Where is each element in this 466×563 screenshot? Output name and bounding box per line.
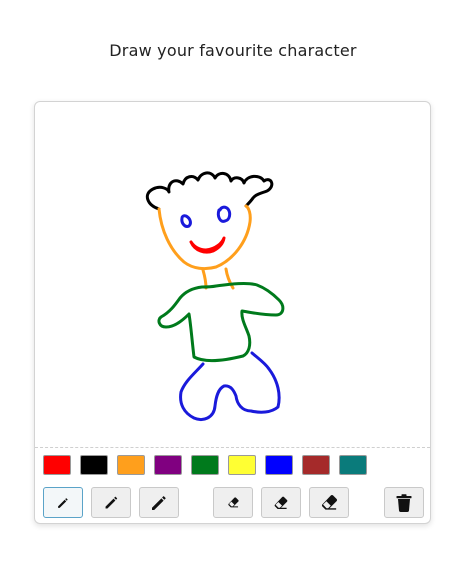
tool-bar [43, 487, 424, 518]
pencil-small-button[interactable] [43, 487, 83, 518]
eraser-medium-button[interactable] [261, 487, 301, 518]
clear-canvas-button[interactable] [384, 487, 424, 518]
stroke-face [157, 204, 252, 271]
stroke-right-eye [216, 205, 232, 223]
stroke-hair [145, 171, 274, 211]
eraser-icon [321, 494, 337, 510]
color-swatch-black[interactable] [80, 455, 108, 475]
stroke-left-eye [180, 214, 192, 228]
color-swatch-blue[interactable] [265, 455, 293, 475]
color-swatch-teal[interactable] [339, 455, 367, 475]
color-swatch-red[interactable] [43, 455, 71, 475]
eraser-small-button[interactable] [213, 487, 253, 518]
pencil-icon [58, 497, 68, 508]
pencil-large-button[interactable] [139, 487, 179, 518]
stroke-shirt [157, 281, 285, 363]
color-swatch-green[interactable] [191, 455, 219, 475]
eraser-icon [274, 496, 288, 509]
stroke-pants [179, 351, 281, 421]
pencil-medium-button[interactable] [91, 487, 131, 518]
color-swatch-purple[interactable] [154, 455, 182, 475]
color-palette [43, 455, 367, 475]
stroke-mouth [189, 236, 226, 254]
color-swatch-yellow[interactable] [228, 455, 256, 475]
page-title: Draw your favourite character [109, 41, 357, 60]
color-swatch-orange[interactable] [117, 455, 145, 475]
color-swatch-brown[interactable] [302, 455, 330, 475]
eraser-large-button[interactable] [309, 487, 349, 518]
drawing-canvas[interactable] [35, 102, 430, 448]
trash-icon [396, 493, 412, 512]
pencil-icon [105, 496, 117, 509]
drawing-surface[interactable] [35, 102, 430, 447]
eraser-icon [227, 497, 239, 508]
pencil-icon [152, 495, 166, 510]
drawing-board [34, 101, 431, 524]
stroke-neck-left [201, 268, 208, 290]
